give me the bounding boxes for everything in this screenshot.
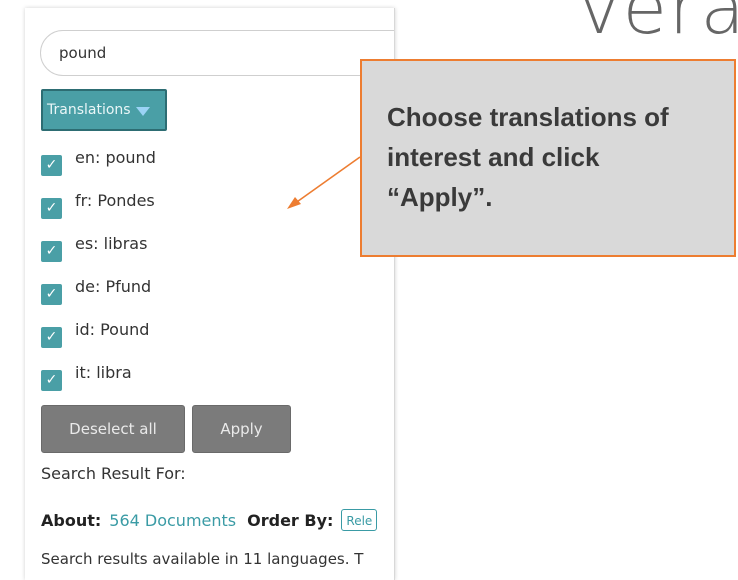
callout-pointer-arrow-icon bbox=[287, 156, 361, 209]
